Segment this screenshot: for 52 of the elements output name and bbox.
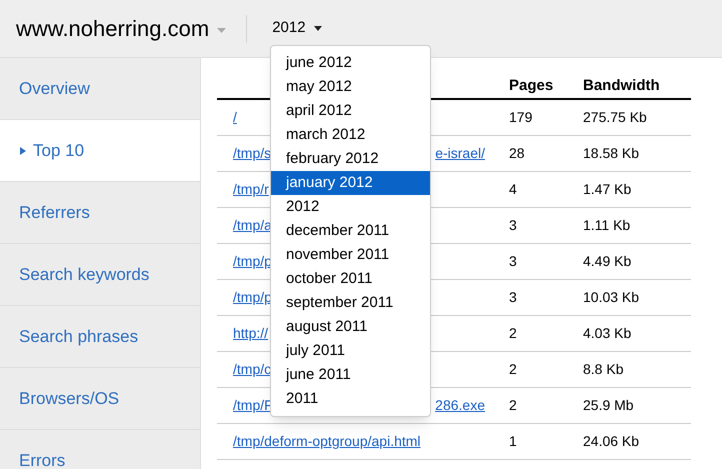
menu-item[interactable]: april 2012 [271, 99, 430, 123]
table-cell-text: 1.11 Kb [583, 216, 632, 235]
caret-icon [314, 26, 322, 31]
menu-item[interactable]: august 2011 [271, 315, 430, 339]
table-cell-text: 4.49 Kb [583, 252, 632, 271]
url-link[interactable]: 286.exe [435, 395, 485, 416]
menu-item[interactable]: october 2011 [271, 267, 430, 291]
menu-item[interactable]: november 2011 [271, 243, 430, 267]
menu-item[interactable]: june 2011 [271, 363, 430, 387]
caret-icon[interactable] [217, 28, 226, 33]
table-cell-text: 4 [508, 180, 518, 199]
table-cell-text: 1.47 Kb [583, 180, 632, 199]
table-cell-text: 2 [508, 396, 518, 415]
table-cell-text: 8.8 Kb [583, 360, 624, 379]
url-link[interactable]: /tmp/F [233, 395, 273, 416]
url-link[interactable]: /tmp/r [233, 179, 269, 200]
menu-item[interactable]: september 2011 [271, 291, 430, 315]
menu-item[interactable]: february 2012 [271, 147, 430, 171]
sidebar-item[interactable]: Top 10 [0, 120, 200, 182]
table-cell-text: 3 [508, 216, 518, 235]
table-cell-text: 3 [508, 288, 518, 307]
table-cell-text: 2 [508, 360, 518, 379]
table-cell-text: 179 [508, 108, 534, 127]
menu-item[interactable]: may 2012 [271, 75, 430, 99]
site-title: www.noherring.com [16, 15, 210, 43]
url-link[interactable]: /tmp/c [233, 359, 272, 380]
url-link[interactable]: http:// [233, 323, 268, 344]
table-cell-text: 1 [508, 432, 518, 451]
table-cell-text: 10.03 Kb [583, 288, 640, 307]
url-link[interactable]: /tmp/deform-optgroup/api.html [233, 431, 421, 452]
menu-item[interactable]: 2011 [271, 387, 430, 411]
menu-item[interactable]: 2012 [271, 195, 430, 219]
menu-item[interactable]: january 2012 [271, 171, 430, 195]
table-cell-text: 3 [508, 252, 518, 271]
column-header: Pages [508, 76, 554, 96]
table-cell-text: 28 [508, 144, 526, 163]
table-cell-text: 275.75 Kb [583, 108, 648, 127]
table-cell-text: 24.06 Kb [583, 432, 640, 451]
table-cell-text: 2 [508, 324, 518, 343]
menu-item[interactable]: december 2011 [271, 219, 430, 243]
column-header: Bandwidth [583, 76, 661, 96]
menu-item[interactable]: march 2012 [271, 123, 430, 147]
menu-item[interactable]: june 2012 [271, 51, 430, 75]
table-cell-text: 18.58 Kb [583, 144, 640, 163]
period-dropdown[interactable]: 2012 [272, 17, 322, 40]
url-link[interactable]: /tmp/s [233, 143, 272, 164]
url-link[interactable]: e-israel/ [435, 143, 485, 164]
menu-item[interactable]: july 2011 [271, 339, 430, 363]
triangle-icon [20, 146, 26, 154]
url-link[interactable]: / [233, 107, 237, 128]
table-cell-text: 25.9 Mb [583, 396, 635, 415]
table-cell-text: 4.03 Kb [583, 324, 632, 343]
